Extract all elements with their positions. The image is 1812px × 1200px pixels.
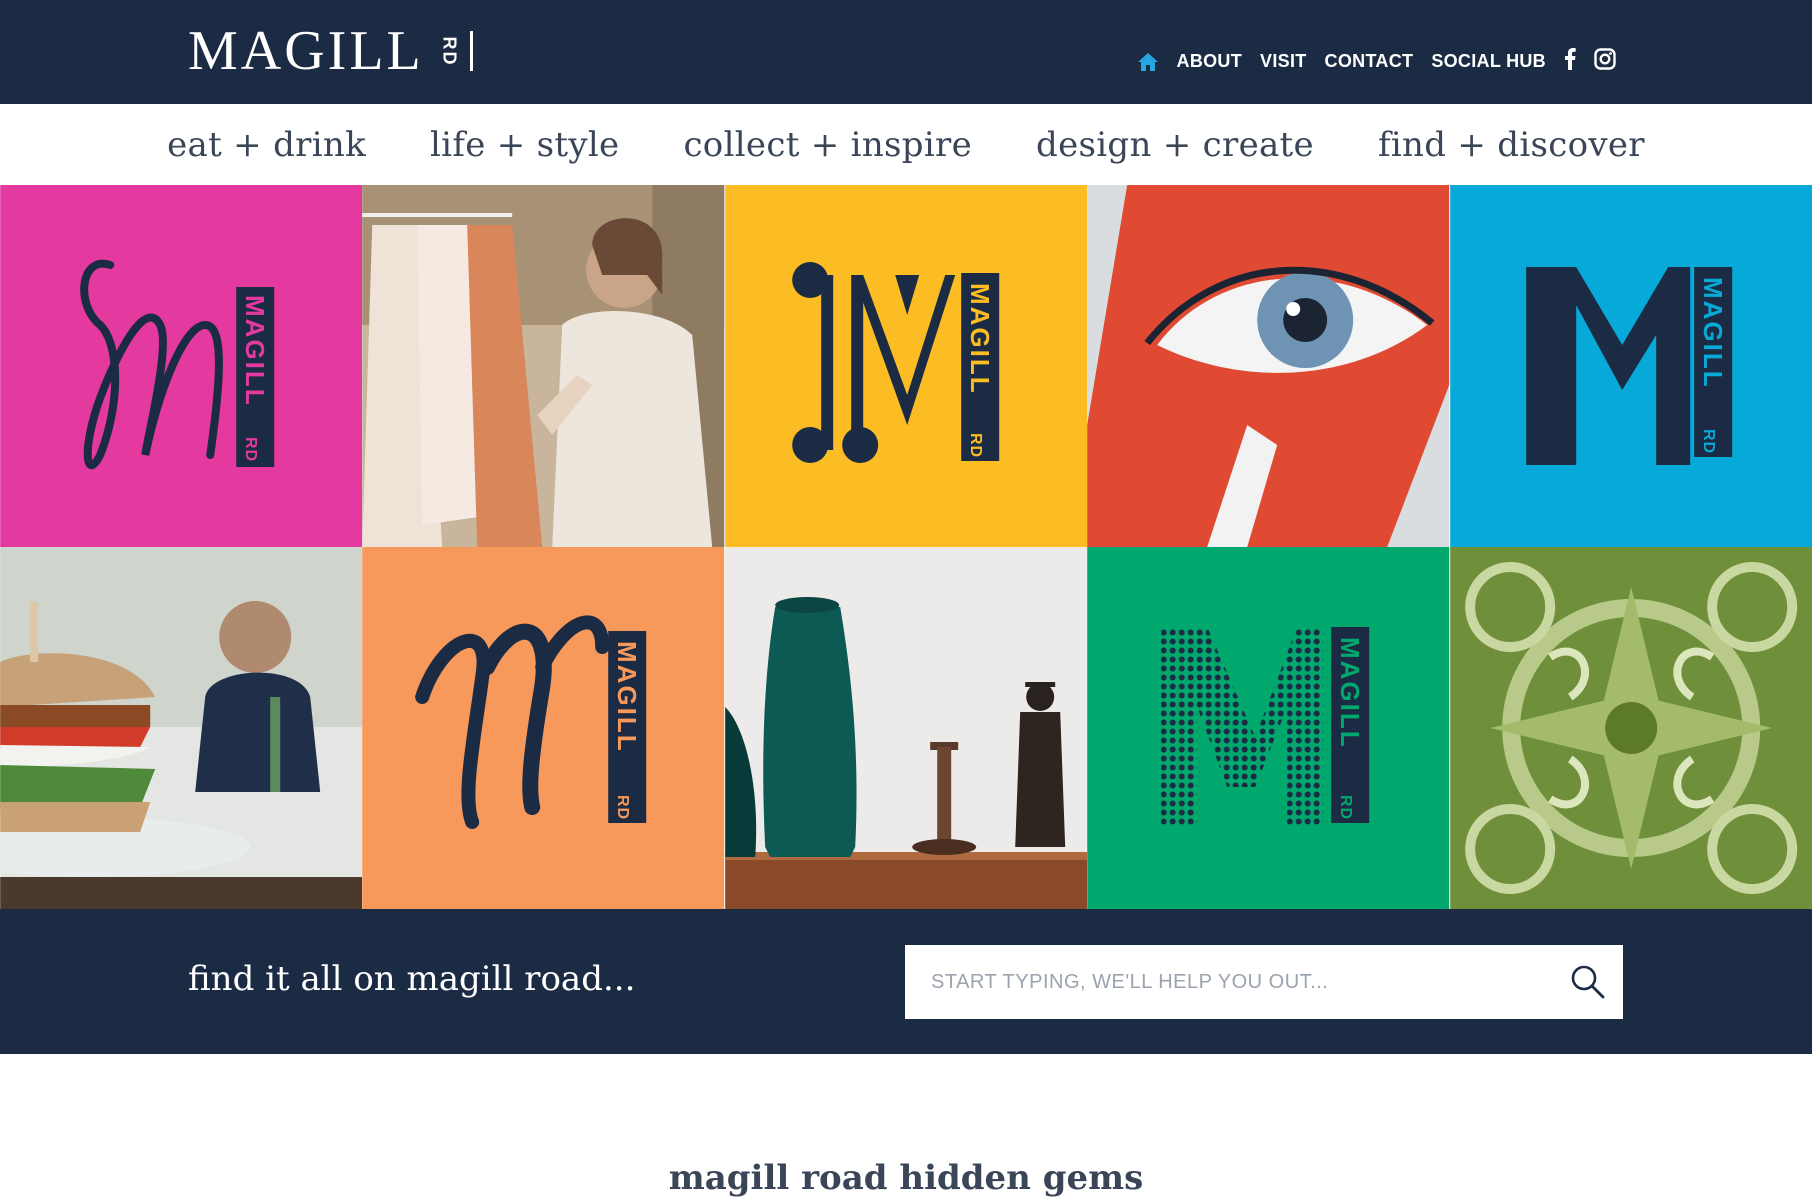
svg-text:MAGILL: MAGILL xyxy=(965,283,995,395)
svg-text:MAGILL: MAGILL xyxy=(613,641,643,753)
nav-about[interactable]: ABOUT xyxy=(1177,51,1243,72)
nav-social-hub[interactable]: SOCIAL HUB xyxy=(1431,51,1546,72)
search-icon[interactable] xyxy=(1569,963,1607,1001)
svg-text:RD: RD xyxy=(242,437,259,462)
svg-text:RD: RD xyxy=(967,433,984,458)
category-collect-inspire[interactable]: collect + inspire xyxy=(683,125,972,165)
facebook-icon[interactable] xyxy=(1564,48,1576,75)
tile-pink-logo[interactable]: MAGILL RD xyxy=(0,185,363,547)
svg-text:MAGILL: MAGILL xyxy=(1698,277,1728,389)
nav-visit[interactable]: VISIT xyxy=(1260,51,1307,72)
logo-suffix: RD xyxy=(439,36,460,66)
block-m-logo: MAGILL RD xyxy=(1449,185,1812,547)
search-tagline: find it all on magill road... xyxy=(188,959,636,999)
svg-text:MAGILL: MAGILL xyxy=(240,295,270,407)
top-header: MAGILL RD ABOUT VISIT CONTACT SOCIAL HUB xyxy=(0,0,1812,104)
dotted-m-logo: MAGILL RD xyxy=(1087,547,1450,909)
search-band: find it all on magill road... xyxy=(0,909,1812,1054)
geometric-m-logo: MAGILL RD xyxy=(724,185,1087,547)
tile-yellow-logo[interactable]: MAGILL RD xyxy=(724,185,1087,547)
instagram-icon[interactable] xyxy=(1594,48,1616,75)
tile-green-logo[interactable]: MAGILL RD xyxy=(1087,547,1450,909)
category-life-style[interactable]: life + style xyxy=(430,125,619,165)
home-icon[interactable] xyxy=(1137,52,1159,72)
tile-grid: MAGILL RD MAGILL RD MAGILL RD MAGILL RD … xyxy=(0,185,1812,909)
category-design-create[interactable]: design + create xyxy=(1036,125,1314,165)
photo-burger-cafe[interactable] xyxy=(0,547,363,909)
svg-text:RD: RD xyxy=(615,795,632,820)
category-find-discover[interactable]: find + discover xyxy=(1378,125,1645,165)
site-logo[interactable]: MAGILL RD xyxy=(188,22,473,80)
category-nav: eat + drink life + style collect + inspi… xyxy=(0,104,1812,185)
photo-ornate-tile[interactable] xyxy=(1449,547,1812,909)
category-eat-drink[interactable]: eat + drink xyxy=(167,125,366,165)
logo-bar xyxy=(469,31,473,71)
tile-orange-logo[interactable]: MAGILL RD xyxy=(362,547,725,909)
section-title: magill road hidden gems xyxy=(668,1158,1144,1198)
logo-word: MAGILL xyxy=(188,20,424,82)
top-nav: ABOUT VISIT CONTACT SOCIAL HUB xyxy=(1137,48,1616,75)
svg-text:MAGILL: MAGILL xyxy=(1335,637,1365,749)
tile-blue-logo[interactable]: MAGILL RD xyxy=(1449,185,1812,547)
search-box xyxy=(905,945,1623,1019)
script-m-logo: MAGILL RD xyxy=(0,185,363,547)
photo-vases[interactable] xyxy=(724,547,1087,909)
search-input[interactable] xyxy=(905,945,1545,1019)
brush-m-logo: MAGILL RD xyxy=(362,547,725,909)
nav-contact[interactable]: CONTACT xyxy=(1325,51,1414,72)
svg-text:RD: RD xyxy=(1337,795,1354,820)
svg-text:RD: RD xyxy=(1700,429,1717,454)
photo-street-art-eye[interactable] xyxy=(1087,185,1450,547)
photo-fashion-store[interactable] xyxy=(362,185,725,547)
